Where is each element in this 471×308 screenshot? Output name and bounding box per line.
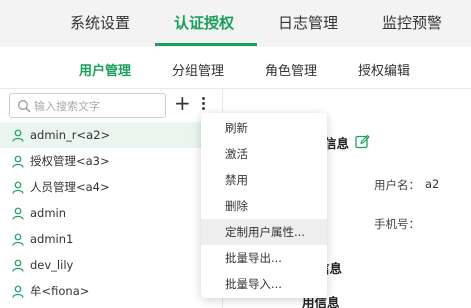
user-icon — [12, 155, 24, 168]
user-name: admin — [30, 206, 67, 220]
menu-item-customize-attributes[interactable]: 定制用户属性... — [201, 219, 327, 245]
user-icon — [12, 207, 24, 220]
menu-item-refresh[interactable]: 刷新 — [201, 115, 327, 141]
add-user-button[interactable]: + — [174, 93, 191, 115]
basic-info-title: 信息 — [324, 136, 350, 151]
search-box[interactable] — [9, 93, 166, 118]
more-vertical-icon[interactable] — [199, 97, 207, 113]
list-item[interactable]: admin1 — [0, 226, 222, 252]
user-icon — [12, 285, 24, 298]
list-item[interactable]: 授权管理<a3> — [0, 148, 222, 174]
context-menu: 刷新 激活 禁用 删除 定制用户属性... 批量导出... 批量导入... — [201, 113, 327, 298]
user-icon — [12, 129, 24, 142]
user-name: admin1 — [30, 232, 74, 246]
user-list: admin_r<a2> 授权管理<a3> 人员管理<a4> admin admi… — [0, 122, 222, 304]
subtab-role-management[interactable]: 角色管理 — [265, 60, 317, 79]
edit-icon[interactable] — [355, 134, 370, 149]
menu-item-batch-export[interactable]: 批量导出... — [201, 245, 327, 271]
sub-navigation: 用户管理 分组管理 角色管理 授权编辑 — [0, 47, 471, 89]
list-item[interactable]: 牟<fiona> — [0, 278, 222, 304]
user-name: 人员管理<a4> — [30, 180, 110, 194]
user-name: dev_lily — [30, 258, 74, 272]
tab-log-management[interactable]: 日志管理 — [278, 12, 338, 33]
user-name: 牟<fiona> — [30, 284, 90, 298]
tab-monitoring[interactable]: 监控预警 — [382, 12, 442, 33]
list-item[interactable]: admin_r<a2> — [0, 122, 222, 148]
user-list-pane: + admin_r<a2> 授权管理<a3> 人员管理<a4> admin ad… — [0, 89, 223, 308]
user-icon — [12, 233, 24, 246]
active-tab-indicator — [155, 43, 257, 46]
menu-item-batch-import[interactable]: 批量导入... — [201, 271, 327, 297]
subtab-auth-edit[interactable]: 授权编辑 — [358, 60, 410, 79]
user-name: 授权管理<a3> — [30, 154, 110, 168]
subtab-user-management[interactable]: 用户管理 — [79, 60, 131, 79]
phone-label: 手机号： — [374, 217, 420, 231]
list-item[interactable]: admin — [0, 200, 222, 226]
top-navigation: 系统设置 认证授权 日志管理 监控预警 — [0, 0, 471, 47]
list-item[interactable]: 人员管理<a4> — [0, 174, 222, 200]
tab-auth[interactable]: 认证授权 — [174, 12, 234, 33]
search-input[interactable] — [34, 97, 162, 115]
user-icon — [12, 181, 24, 194]
username-value: a2 — [425, 177, 440, 191]
subtab-group-management[interactable]: 分组管理 — [172, 60, 224, 79]
tab-system-settings[interactable]: 系统设置 — [70, 12, 130, 33]
search-icon — [18, 100, 31, 113]
user-name: admin_r<a2> — [30, 128, 111, 142]
user-icon — [12, 259, 24, 272]
menu-item-activate[interactable]: 激活 — [201, 141, 327, 167]
menu-item-delete[interactable]: 删除 — [201, 193, 327, 219]
menu-item-disable[interactable]: 禁用 — [201, 167, 327, 193]
username-label: 用户名： — [374, 178, 420, 192]
list-item[interactable]: dev_lily — [0, 252, 222, 278]
